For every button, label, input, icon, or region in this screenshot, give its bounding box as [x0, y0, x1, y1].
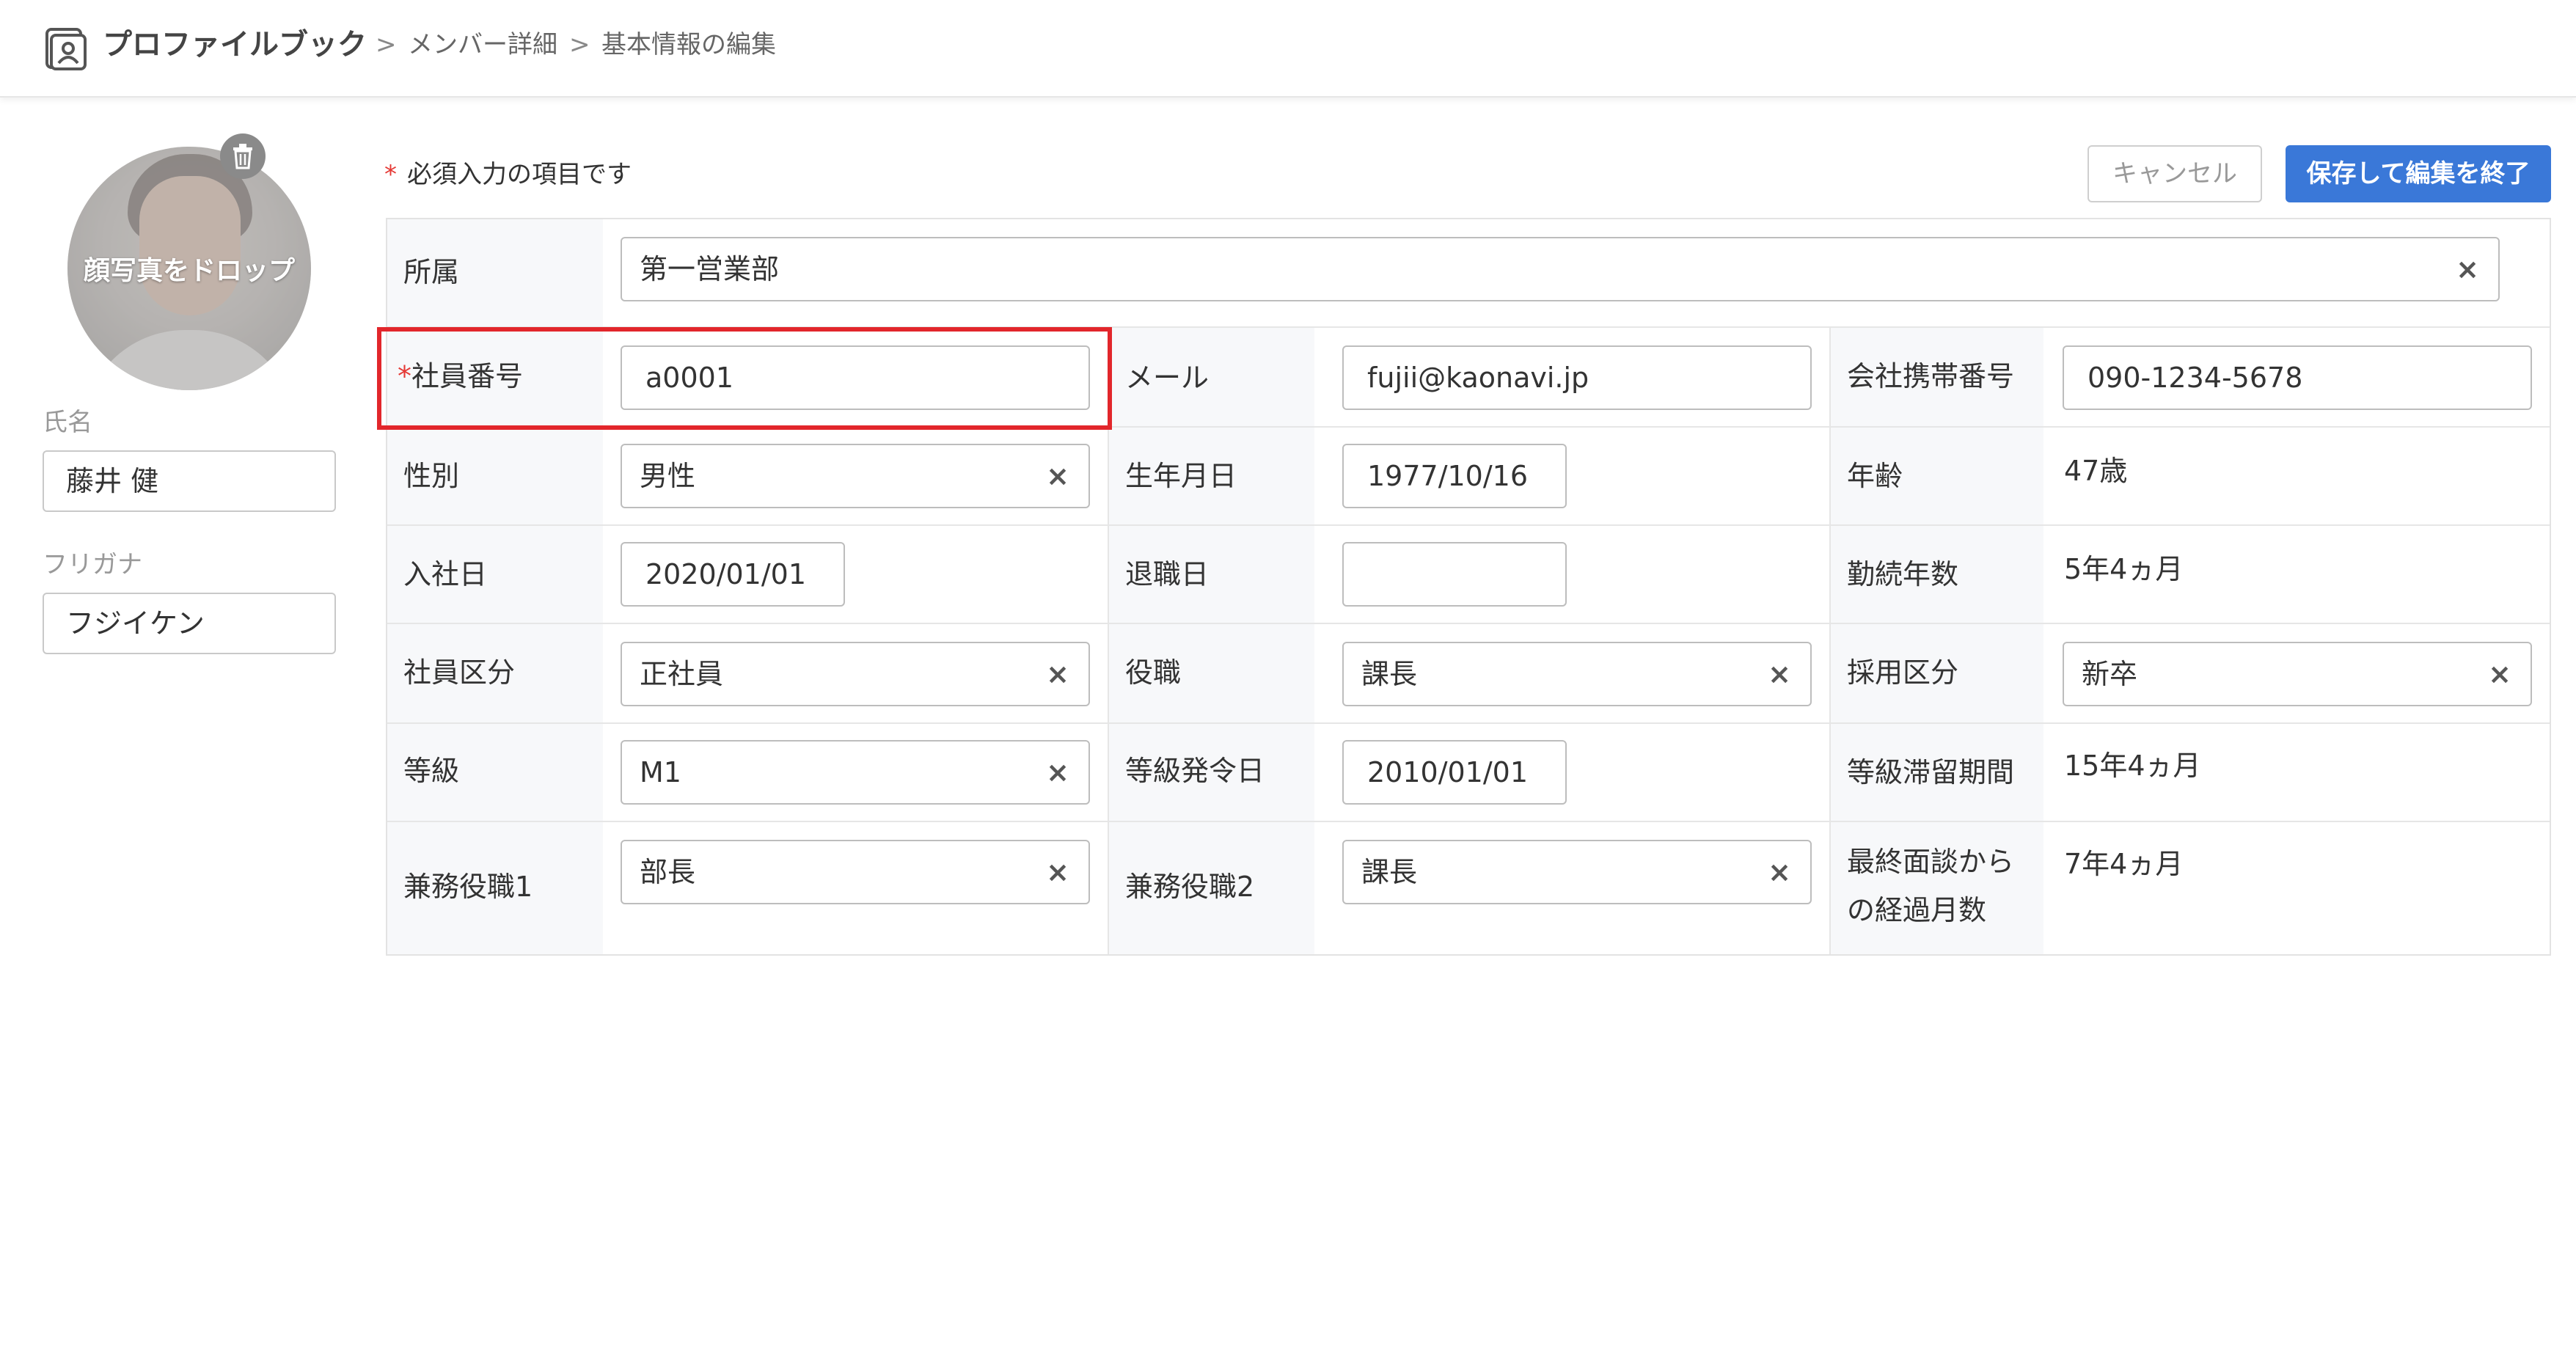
gender-label: 性別	[403, 460, 460, 492]
clear-x-icon[interactable]: ×	[1046, 643, 1069, 705]
chevron-right-icon: >	[376, 30, 397, 59]
last-interview-label-line1: 最終面談から	[1847, 846, 2015, 878]
cancel-button[interactable]: キャンセル	[2087, 145, 2262, 202]
grade-period-value: 15年4ヵ月	[2064, 750, 2201, 782]
grade-period-label: 等級滞留期間	[1847, 756, 2015, 788]
employee-type-select[interactable]: 正社員 ×	[621, 642, 1090, 706]
hiring-type-select[interactable]: 新卒 ×	[2063, 642, 2532, 706]
kana-input[interactable]: フジイケン	[43, 593, 336, 654]
grade-date-label: 等級発令日	[1125, 755, 1265, 787]
tenure-value: 5年4ヵ月	[2064, 553, 2184, 585]
concurrent2-value: 課長	[1361, 856, 1418, 888]
clear-x-icon[interactable]: ×	[1768, 643, 1791, 705]
affiliation-value: 第一営業部	[640, 253, 780, 285]
trash-icon	[233, 144, 252, 169]
clear-x-icon[interactable]: ×	[2488, 643, 2511, 705]
gender-select[interactable]: 男性 ×	[621, 444, 1090, 508]
concurrent2-select[interactable]: 課長 ×	[1342, 840, 1812, 904]
retire-date-label: 退職日	[1125, 558, 1210, 590]
profile-book-icon	[45, 28, 87, 70]
save-button[interactable]: 保存して編集を終了	[2286, 145, 2551, 202]
clear-x-icon[interactable]: ×	[1046, 445, 1069, 507]
grade-select[interactable]: M1 ×	[621, 740, 1090, 805]
concurrent1-label: 兼務役職1	[403, 871, 533, 903]
concurrent1-select[interactable]: 部長 ×	[621, 840, 1090, 904]
clear-x-icon[interactable]: ×	[2456, 238, 2479, 300]
retire-date-input[interactable]	[1342, 542, 1567, 607]
age-label: 年齢	[1847, 460, 1903, 492]
last-interview-label-line2: の経過月数	[1847, 894, 1987, 926]
grade-label: 等級	[403, 755, 460, 787]
age-value: 47歳	[2064, 455, 2128, 487]
required-star: *	[384, 160, 397, 189]
birthday-label: 生年月日	[1125, 460, 1237, 492]
birthday-input[interactable]: 1977/10/16	[1342, 444, 1567, 508]
employee-type-label: 社員区分	[403, 656, 516, 689]
delete-photo-button[interactable]	[220, 133, 266, 179]
grade-date-input[interactable]: 2010/01/01	[1342, 740, 1567, 805]
name-input[interactable]: 藤井 健	[43, 450, 336, 512]
tenure-label: 勤続年数	[1847, 558, 1959, 590]
concurrent1-value: 部長	[640, 856, 696, 888]
concurrent2-label: 兼務役職2	[1125, 871, 1255, 903]
mobile-input[interactable]: 090-1234-5678	[2063, 345, 2532, 410]
hire-date-label: 入社日	[403, 558, 488, 590]
required-note: * 必須入力の項目です	[384, 154, 632, 190]
clear-x-icon[interactable]: ×	[1768, 841, 1791, 903]
breadcrumb-member-detail[interactable]: メンバー詳細	[408, 26, 557, 63]
affiliation-label: 所属	[403, 256, 460, 288]
affiliation-select[interactable]: 第一営業部 ×	[621, 237, 2500, 301]
clear-x-icon[interactable]: ×	[1046, 841, 1069, 903]
mobile-label: 会社携帯番号	[1847, 360, 2015, 392]
hire-date-input[interactable]: 2020/01/01	[621, 542, 845, 607]
clear-x-icon[interactable]: ×	[1046, 742, 1069, 803]
highlight-box	[377, 327, 1112, 430]
breadcrumb-app[interactable]: プロファイルブック	[103, 26, 367, 63]
breadcrumb-edit-basic: 基本情報の編集	[601, 30, 776, 59]
position-select[interactable]: 課長 ×	[1342, 642, 1812, 706]
name-label: 氏名	[43, 408, 92, 437]
position-label: 役職	[1125, 656, 1182, 689]
chevron-right-icon: >	[569, 30, 590, 59]
email-label: メール	[1125, 362, 1210, 394]
grade-value: M1	[640, 756, 681, 788]
last-interview-value: 7年4ヵ月	[2064, 848, 2184, 880]
hiring-type-label: 採用区分	[1847, 656, 1959, 689]
avatar-dropzone[interactable]: 顔写真をドロップ	[67, 133, 311, 390]
position-value: 課長	[1361, 658, 1418, 690]
gender-value: 男性	[640, 460, 696, 492]
required-note-text: 必須入力の項目です	[407, 160, 632, 189]
email-input[interactable]: fujii@kaonavi.jp	[1342, 345, 1812, 410]
kana-label: フリガナ	[43, 550, 142, 579]
employee-type-value: 正社員	[640, 658, 724, 690]
hiring-type-value: 新卒	[2082, 658, 2138, 690]
avatar-drop-text: 顔写真をドロップ	[83, 256, 295, 286]
app-header: プロファイルブック > メンバー詳細 > 基本情報の編集	[0, 0, 2576, 98]
